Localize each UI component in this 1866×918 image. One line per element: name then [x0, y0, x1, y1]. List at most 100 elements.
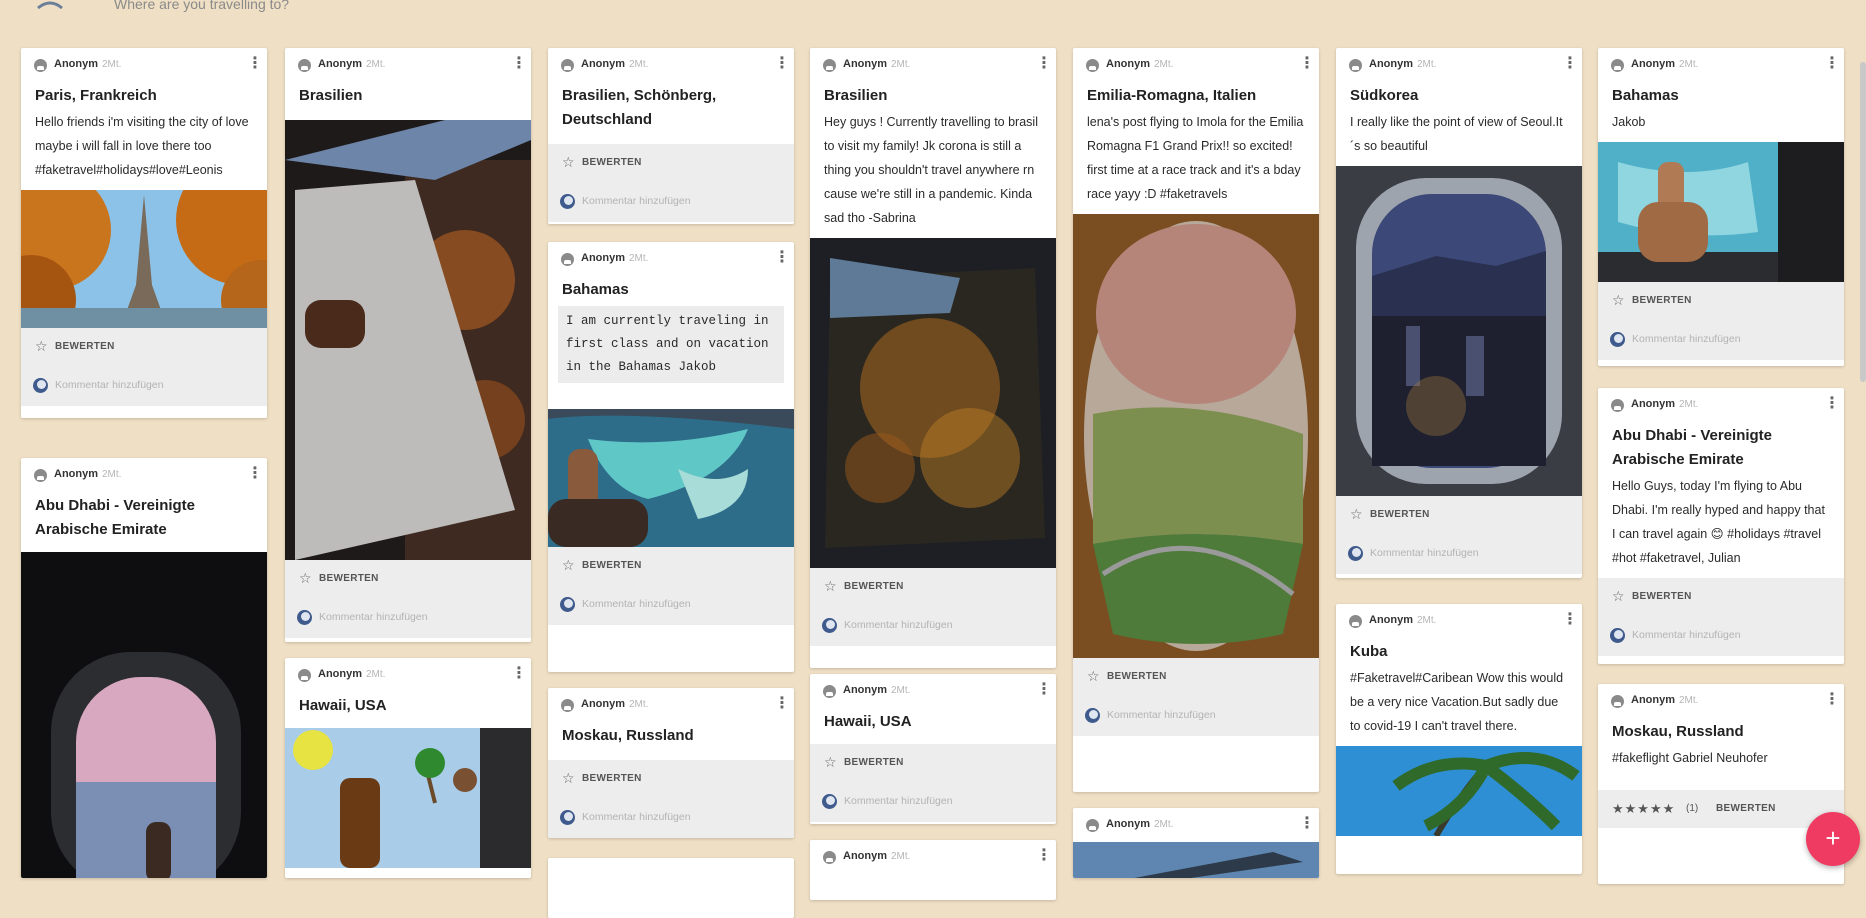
rate-button[interactable]: ☆ BEWERTEN — [810, 568, 1056, 606]
more-options-icon[interactable]: ⋮ — [1562, 55, 1578, 75]
post-card[interactable]: Anonym 2Mt. ⋮ Abu Dhabi - Vereinigte Arab… — [21, 458, 267, 878]
card-header: Anonym 2Mt. ⋮ — [810, 48, 1056, 82]
post-card[interactable]: Anonym 2Mt. ⋮ Brasilien, Schönberg, Deuts… — [548, 48, 794, 224]
post-age: 2Mt. — [891, 851, 911, 862]
post-age: 2Mt. — [891, 59, 911, 70]
comment-input[interactable]: Kommentar hinzufügen — [548, 182, 794, 222]
more-options-icon[interactable]: ⋮ — [1036, 681, 1052, 701]
card-footer: ☆ BEWERTEN Kommentar hinzufügen — [1073, 658, 1319, 736]
post-age: 2Mt. — [1417, 615, 1437, 626]
comment-input[interactable]: Kommentar hinzufügen — [21, 366, 267, 406]
post-card[interactable]: Anonym 2Mt. ⋮ — [810, 840, 1056, 900]
post-image-hawaii-window[interactable] — [285, 728, 531, 868]
rate-button[interactable]: ☆ BEWERTEN — [548, 547, 794, 585]
comment-placeholder: Kommentar hinzufügen — [1370, 547, 1479, 559]
post-image-island-view[interactable] — [548, 409, 794, 547]
post-image-eiffel-tower[interactable] — [21, 190, 267, 328]
post-card[interactable]: Anonym 2Mt. ⋮ Südkorea I really like the … — [1336, 48, 1582, 578]
card-header: Anonym 2Mt. ⋮ — [1598, 684, 1844, 718]
post-title: Hawaii, USA — [299, 697, 387, 714]
comment-input[interactable]: Kommentar hinzufügen — [285, 598, 531, 638]
more-options-icon[interactable]: ⋮ — [1562, 611, 1578, 631]
star-rating-icon[interactable]: ★★★★★ — [1612, 801, 1675, 817]
user-avatar-icon — [1610, 332, 1625, 347]
rate-label: BEWERTEN — [582, 157, 642, 168]
scrollbar[interactable] — [1860, 62, 1866, 382]
rate-label: BEWERTEN — [844, 581, 904, 592]
user-avatar-icon — [1348, 546, 1363, 561]
rate-button[interactable]: ☆ BEWERTEN — [285, 560, 531, 598]
author-name: Anonym — [581, 58, 625, 70]
post-card[interactable]: Anonym 2Mt. ⋮ Hawaii, USA — [285, 658, 531, 878]
more-options-icon[interactable]: ⋮ — [1036, 847, 1052, 867]
more-options-icon[interactable]: ⋮ — [774, 55, 790, 75]
card-header: Anonym 2Mt. ⋮ — [810, 674, 1056, 708]
post-card[interactable]: Anonym 2Mt. ⋮ Bahamas I am currently trav… — [548, 242, 794, 672]
post-card[interactable]: Anonym 2Mt. ⋮ — [1073, 808, 1319, 878]
post-image-plane-wing[interactable] — [1073, 842, 1319, 878]
avatar — [823, 685, 836, 698]
post-card[interactable]: Anonym 2Mt. ⋮ Brasilien ☆ BEWERTEN Komment… — [285, 48, 531, 642]
rate-button[interactable]: ☆ BEWERTEN — [810, 744, 1056, 782]
more-options-icon[interactable]: ⋮ — [511, 55, 527, 75]
rate-button[interactable]: ☆ BEWERTEN — [21, 328, 267, 366]
rate-button[interactable]: ☆ BEWERTEN — [1598, 578, 1844, 616]
comment-placeholder: Kommentar hinzufügen — [1632, 629, 1741, 641]
more-options-icon[interactable]: ⋮ — [1824, 55, 1840, 75]
search-bar[interactable]: Where are you travelling to? — [0, 0, 1836, 14]
post-card[interactable]: Anonym 2Mt. ⋮ Brasilien Hey guys ! Curren… — [810, 48, 1056, 668]
post-image-airplane-wing[interactable] — [285, 120, 531, 560]
rate-button[interactable]: ☆ BEWERTEN — [1598, 282, 1844, 320]
post-title: Hawaii, USA — [824, 713, 912, 730]
post-image-palm-tree[interactable] — [1336, 746, 1582, 836]
more-options-icon[interactable]: ⋮ — [1824, 395, 1840, 415]
post-card[interactable]: Anonym 2Mt. ⋮ Moskau, Russland ☆ BEWERTEN … — [548, 688, 794, 838]
rate-button[interactable]: ☆ BEWERTEN — [1073, 658, 1319, 696]
add-post-button[interactable]: + — [1806, 812, 1860, 866]
post-image-airplane-window[interactable] — [21, 552, 267, 878]
more-options-icon[interactable]: ⋮ — [1299, 55, 1315, 75]
comment-placeholder: Kommentar hinzufügen — [319, 611, 428, 623]
post-card[interactable]: Anonym 2Mt. ⋮ Hawaii, USA ☆ BEWERTEN Komme… — [810, 674, 1056, 824]
more-options-icon[interactable]: ⋮ — [247, 465, 263, 485]
comment-input[interactable]: Kommentar hinzufügen — [1336, 534, 1582, 574]
post-card[interactable]: Anonym 2Mt. ⋮ Abu Dhabi - Vereinigte Arab… — [1598, 388, 1844, 664]
comment-input[interactable]: Kommentar hinzufügen — [810, 606, 1056, 646]
comment-input[interactable]: Kommentar hinzufügen — [1598, 320, 1844, 360]
user-avatar-icon — [1085, 708, 1100, 723]
rate-button[interactable]: ☆ BEWERTEN — [548, 144, 794, 182]
user-avatar-icon — [560, 810, 575, 825]
post-image-seoul-window[interactable] — [1336, 166, 1582, 496]
comment-input[interactable]: Kommentar hinzufügen — [1598, 616, 1844, 656]
post-text: lena's post flying to Imola for the Emil… — [1087, 115, 1304, 201]
comment-input[interactable]: Kommentar hinzufügen — [1073, 696, 1319, 736]
more-options-icon[interactable]: ⋮ — [774, 249, 790, 269]
avatar — [1086, 819, 1099, 832]
post-card[interactable]: Anonym 2Mt. ⋮ Kuba #Faketravel#Caribean W… — [1336, 604, 1582, 874]
post-image-town-aerial[interactable] — [1073, 214, 1319, 658]
user-avatar-icon — [822, 618, 837, 633]
post-card[interactable]: Anonym 2Mt. ⋮ Paris, Frankreich Hello fri… — [21, 48, 267, 418]
more-options-icon[interactable]: ⋮ — [1824, 691, 1840, 711]
more-options-icon[interactable]: ⋮ — [511, 665, 527, 685]
post-card[interactable]: Anonym 2Mt. ⋮ Bahamas Jakob ☆ BEWERTEN Kom… — [1598, 48, 1844, 366]
post-card[interactable] — [548, 858, 794, 918]
star-outline-icon: ☆ — [824, 578, 837, 594]
comment-input[interactable]: Kommentar hinzufügen — [548, 585, 794, 625]
more-options-icon[interactable]: ⋮ — [1299, 815, 1315, 835]
comment-input[interactable]: Kommentar hinzufügen — [548, 798, 794, 838]
more-options-icon[interactable]: ⋮ — [774, 695, 790, 715]
rate-button[interactable]: ☆ BEWERTEN — [548, 760, 794, 798]
post-card[interactable]: Anonym 2Mt. ⋮ Emilia-Romagna, Italien len… — [1073, 48, 1319, 792]
post-text: #fakeflight Gabriel Neuhofer — [1612, 751, 1768, 765]
more-options-icon[interactable]: ⋮ — [1036, 55, 1052, 75]
search-placeholder[interactable]: Where are you travelling to? — [114, 0, 289, 12]
post-image-laptop-thumbs-up[interactable] — [1598, 142, 1844, 282]
post-image-night-city[interactable] — [810, 238, 1056, 568]
author-name: Anonym — [1369, 614, 1413, 626]
more-options-icon[interactable]: ⋮ — [247, 55, 263, 75]
rate-button[interactable]: ☆ BEWERTEN — [1336, 496, 1582, 534]
post-card[interactable]: Anonym 2Mt. ⋮ Moskau, Russland #fakefligh… — [1598, 684, 1844, 884]
rating-display[interactable]: ★★★★★ (1) BEWERTEN — [1598, 790, 1844, 828]
comment-input[interactable]: Kommentar hinzufügen — [810, 782, 1056, 822]
